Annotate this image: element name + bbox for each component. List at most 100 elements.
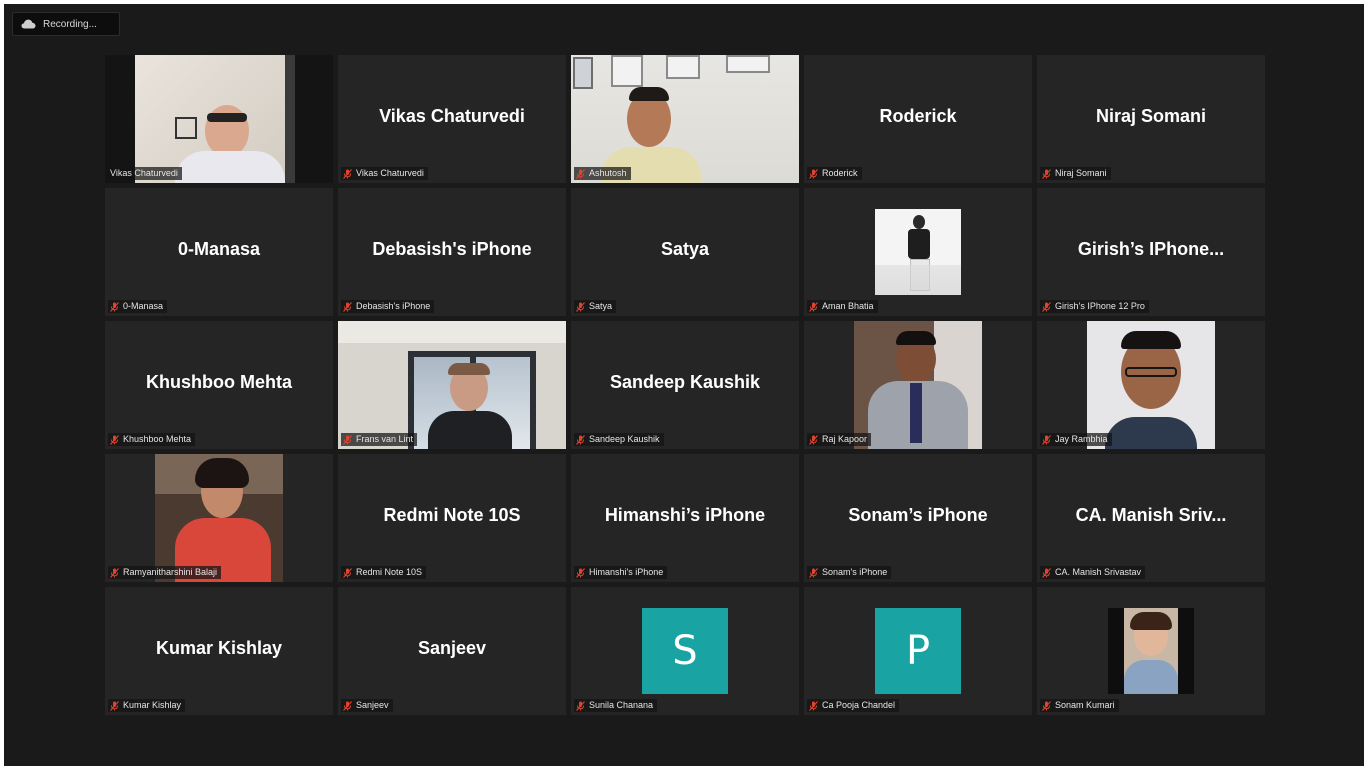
participant-name: Niraj Somani [1055, 168, 1107, 178]
muted-mic-icon [809, 700, 818, 711]
participant-tile[interactable]: Khushboo Mehta Khushboo Mehta [105, 321, 333, 449]
participant-name-tag: Kumar Kishlay [108, 699, 186, 712]
participant-initial-avatar: S [642, 608, 728, 694]
participant-tile[interactable]: Vikas Chaturvedi Vikas Chaturvedi [338, 55, 566, 183]
muted-mic-icon [576, 434, 585, 445]
participant-name: Redmi Note 10S [356, 567, 423, 577]
participant-name-tag: Sonam Kumari [1040, 699, 1119, 712]
participant-name-tag: Niraj Somani [1040, 167, 1111, 180]
participant-name: Jay Rambhia [1055, 434, 1108, 444]
participant-display-name: Sanjeev [417, 637, 487, 658]
participant-name-tag: Ramyanitharshini Balaji [108, 566, 222, 579]
participant-name-tag: Sonam's iPhone [807, 566, 892, 579]
participant-tile[interactable]: Sonam Kumari [1037, 587, 1265, 715]
muted-mic-icon [576, 301, 585, 312]
participant-tile[interactable]: Sanjeev Sanjeev [338, 587, 566, 715]
participant-name: Roderick [822, 168, 858, 178]
participant-display-name: Roderick [879, 105, 957, 126]
participant-name: 0-Manasa [123, 301, 164, 311]
participant-display-name: CA. Manish Sriv... [1075, 504, 1227, 525]
participant-name: Debasish's iPhone [356, 301, 431, 311]
participant-tile[interactable]: Himanshi’s iPhone Himanshi's iPhone [571, 454, 799, 582]
muted-mic-icon [576, 168, 585, 179]
participant-name-tag: CA. Manish Srivastav [1040, 566, 1146, 579]
participant-name: Ramyanitharshini Balaji [123, 567, 218, 577]
participant-video [135, 55, 333, 183]
participant-tile[interactable]: Satya Satya [571, 188, 799, 316]
participant-name-tag: Raj Kapoor [807, 433, 872, 446]
participant-tile[interactable]: Debasish's iPhone Debasish's iPhone [338, 188, 566, 316]
participant-name: Satya [589, 301, 613, 311]
muted-mic-icon [1042, 301, 1051, 312]
profile-photo [1087, 321, 1215, 449]
participant-name: CA. Manish Srivastav [1055, 567, 1142, 577]
participant-tile[interactable]: P Ca Pooja Chandel [804, 587, 1032, 715]
participant-display-name: Himanshi’s iPhone [604, 504, 766, 525]
muted-mic-icon [1042, 434, 1051, 445]
profile-photo [155, 454, 283, 582]
meeting-window: Recording... Vikas Chaturvedi Vikas Chat… [4, 4, 1364, 766]
profile-photo [875, 209, 961, 295]
participant-tile[interactable]: Girish’s IPhone... Girish’s IPhone 12 Pr… [1037, 188, 1265, 316]
participant-name: Khushboo Mehta [123, 434, 192, 444]
muted-mic-icon [1042, 567, 1051, 578]
participant-name-tag: Jay Rambhia [1040, 433, 1112, 446]
muted-mic-icon [1042, 700, 1051, 711]
muted-mic-icon [343, 301, 352, 312]
participant-display-name: Khushboo Mehta [146, 371, 292, 392]
participant-name: Aman Bhatia [822, 301, 874, 311]
muted-mic-icon [110, 567, 119, 578]
participant-tile[interactable]: Sandeep Kaushik Sandeep Kaushik [571, 321, 799, 449]
participant-name: Kumar Kishlay [123, 700, 182, 710]
participant-tile[interactable]: Roderick Roderick [804, 55, 1032, 183]
participant-display-name: 0-Manasa [177, 238, 261, 259]
muted-mic-icon [576, 567, 585, 578]
participant-name: Sonam Kumari [1055, 700, 1115, 710]
participant-name: Frans van Lint [356, 434, 414, 444]
participant-name: Sonam's iPhone [822, 567, 888, 577]
participant-tile[interactable]: Aman Bhatia [804, 188, 1032, 316]
participant-video [571, 55, 799, 183]
participant-display-name: Kumar Kishlay [155, 637, 283, 658]
participant-tile[interactable]: Frans van Lint [338, 321, 566, 449]
muted-mic-icon [809, 301, 818, 312]
muted-mic-icon [110, 434, 119, 445]
participant-name: Vikas Chaturvedi [356, 168, 424, 178]
participant-tile[interactable]: Raj Kapoor [804, 321, 1032, 449]
participant-name-tag: Himanshi's iPhone [574, 566, 668, 579]
participant-name-tag: Roderick [807, 167, 862, 180]
participant-display-name: Satya [660, 238, 710, 259]
participant-tile[interactable]: Niraj Somani Niraj Somani [1037, 55, 1265, 183]
participant-name-tag: Ashutosh [574, 167, 631, 180]
participant-name-tag: Sunila Chanana [574, 699, 658, 712]
participant-tile[interactable]: S Sunila Chanana [571, 587, 799, 715]
recording-label: Recording... [43, 18, 97, 30]
participant-tile[interactable]: Redmi Note 10S Redmi Note 10S [338, 454, 566, 582]
participant-name-tag: Khushboo Mehta [108, 433, 196, 446]
participant-tile[interactable]: Ashutosh [571, 55, 799, 183]
participant-tile[interactable]: Vikas Chaturvedi [105, 55, 333, 183]
muted-mic-icon [343, 434, 352, 445]
participant-name-tag: Girish’s IPhone 12 Pro [1040, 300, 1149, 313]
participant-tile[interactable]: 0-Manasa 0-Manasa [105, 188, 333, 316]
recording-indicator[interactable]: Recording... [12, 12, 120, 36]
muted-mic-icon [343, 700, 352, 711]
participant-tile[interactable]: Jay Rambhia [1037, 321, 1265, 449]
participant-name-tag: Satya [574, 300, 617, 313]
participant-tile[interactable]: Kumar Kishlay Kumar Kishlay [105, 587, 333, 715]
muted-mic-icon [809, 168, 818, 179]
participant-name: Raj Kapoor [822, 434, 868, 444]
participant-tile[interactable]: CA. Manish Sriv... CA. Manish Srivastav [1037, 454, 1265, 582]
profile-photo [1108, 608, 1194, 694]
participant-name: Girish’s IPhone 12 Pro [1055, 301, 1145, 311]
muted-mic-icon [809, 434, 818, 445]
participant-tile[interactable]: Ramyanitharshini Balaji [105, 454, 333, 582]
participant-name-tag: Debasish's iPhone [341, 300, 435, 313]
participant-name-tag: 0-Manasa [108, 300, 168, 313]
participant-display-name: Sandeep Kaushik [609, 371, 761, 392]
participant-name-tag: Sandeep Kaushik [574, 433, 664, 446]
participant-display-name: Niraj Somani [1095, 105, 1207, 126]
muted-mic-icon [343, 168, 352, 179]
muted-mic-icon [110, 301, 119, 312]
participant-tile[interactable]: Sonam’s iPhone Sonam's iPhone [804, 454, 1032, 582]
